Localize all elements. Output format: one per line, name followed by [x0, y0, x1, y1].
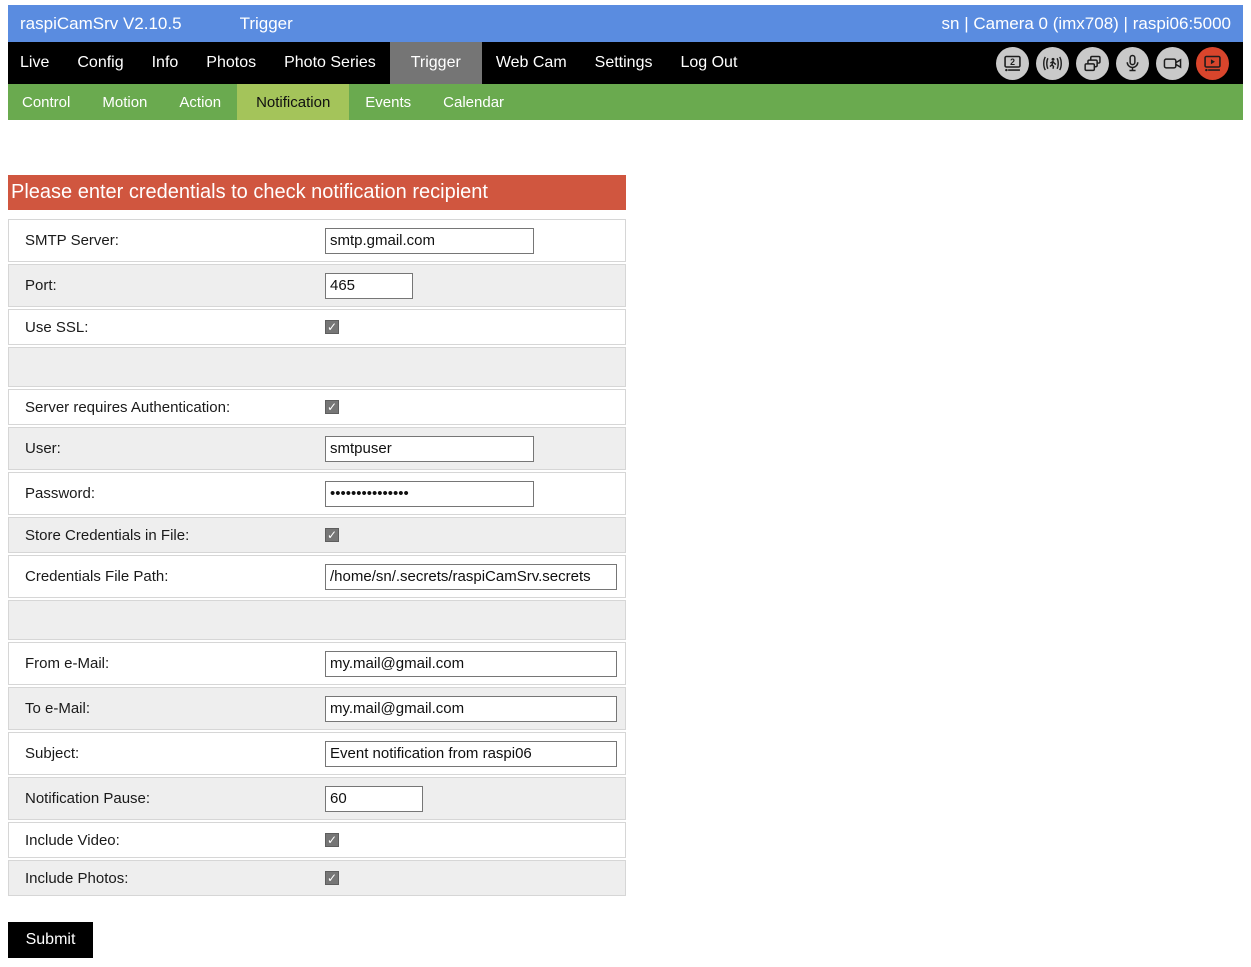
second-display-icon: 2 [996, 47, 1029, 80]
table-row: Include Video: [8, 822, 626, 858]
status-icons: 2 [996, 42, 1243, 84]
microphone-icon [1116, 47, 1149, 80]
subject-label: Subject: [25, 745, 325, 762]
nav-item-log-out[interactable]: Log Out [666, 42, 751, 84]
nav-item-trigger[interactable]: Trigger [390, 42, 482, 84]
notification-form: Please enter credentials to check notifi… [8, 175, 626, 958]
form-header-message: Please enter credentials to check notifi… [8, 175, 626, 210]
camera-status: sn | Camera 0 (imx708) | raspi06:5000 [942, 14, 1231, 34]
use-ssl-label: Use SSL: [25, 319, 325, 336]
table-row: From e-Mail: [8, 642, 626, 685]
table-row: User: [8, 427, 626, 470]
subnav-item-notification[interactable]: Notification [237, 84, 349, 120]
table-row: Subject: [8, 732, 626, 775]
table-row: Credentials File Path: [8, 555, 626, 598]
photo-series-icon [1076, 47, 1109, 80]
store-credentials-label: Store Credentials in File: [25, 527, 325, 544]
submit-button[interactable]: Submit [8, 922, 93, 958]
subnav-item-motion[interactable]: Motion [86, 84, 163, 120]
use-ssl-checkbox[interactable] [325, 320, 339, 334]
store-credentials-checkbox[interactable] [325, 528, 339, 542]
server-auth-checkbox[interactable] [325, 400, 339, 414]
nav-item-settings[interactable]: Settings [581, 42, 667, 84]
table-row: Port: [8, 264, 626, 307]
subnav-item-calendar[interactable]: Calendar [427, 84, 520, 120]
nav-item-web-cam[interactable]: Web Cam [482, 42, 581, 84]
table-row: Include Photos: [8, 860, 626, 896]
spacer-row [8, 347, 626, 387]
include-video-checkbox[interactable] [325, 833, 339, 847]
nav-item-photo-series[interactable]: Photo Series [270, 42, 390, 84]
title-bar: raspiCamSrv V2.10.5 Trigger sn | Camera … [8, 5, 1243, 42]
svg-text:2: 2 [1010, 56, 1015, 66]
smtp-server-input[interactable] [325, 228, 534, 254]
table-row: Store Credentials in File: [8, 517, 626, 553]
notification-pause-input[interactable] [325, 786, 423, 812]
notification-settings-table: SMTP Server: Port: Use SSL: Server requi… [8, 219, 626, 896]
video-camera-icon [1156, 47, 1189, 80]
nav-item-live[interactable]: Live [8, 42, 63, 84]
table-row: Server requires Authentication: [8, 389, 626, 425]
subnav-item-events[interactable]: Events [349, 84, 427, 120]
main-nav: Live Config Info Photos Photo Series Tri… [8, 42, 1243, 84]
nav-item-photos[interactable]: Photos [192, 42, 270, 84]
to-email-input[interactable] [325, 696, 617, 722]
port-label: Port: [25, 277, 325, 294]
page-title: Trigger [240, 14, 293, 34]
port-input[interactable] [325, 273, 413, 299]
to-email-label: To e-Mail: [25, 700, 325, 717]
smtp-server-label: SMTP Server: [25, 232, 325, 249]
nav-item-info[interactable]: Info [138, 42, 193, 84]
subject-input[interactable] [325, 741, 617, 767]
table-row: Password: [8, 472, 626, 515]
subnav-item-action[interactable]: Action [163, 84, 237, 120]
table-row: SMTP Server: [8, 219, 626, 262]
table-row: Notification Pause: [8, 777, 626, 820]
app-title: raspiCamSrv V2.10.5 [20, 14, 182, 34]
spacer-row [8, 600, 626, 640]
live-stream-icon [1196, 47, 1229, 80]
table-row: To e-Mail: [8, 687, 626, 730]
credentials-path-label: Credentials File Path: [25, 568, 325, 585]
include-photos-label: Include Photos: [25, 870, 325, 887]
password-label: Password: [25, 485, 325, 502]
subnav-item-control[interactable]: Control [8, 84, 86, 120]
server-auth-label: Server requires Authentication: [25, 399, 325, 416]
user-input[interactable] [325, 436, 534, 462]
from-email-label: From e-Mail: [25, 655, 325, 672]
table-row: Use SSL: [8, 309, 626, 345]
include-photos-checkbox[interactable] [325, 871, 339, 885]
notification-pause-label: Notification Pause: [25, 790, 325, 807]
motion-detection-icon [1036, 47, 1069, 80]
user-label: User: [25, 440, 325, 457]
nav-item-config[interactable]: Config [63, 42, 137, 84]
from-email-input[interactable] [325, 651, 617, 677]
include-video-label: Include Video: [25, 832, 325, 849]
password-input[interactable] [325, 481, 534, 507]
credentials-path-input[interactable] [325, 564, 617, 590]
trigger-subnav: Control Motion Action Notification Event… [8, 84, 1243, 120]
